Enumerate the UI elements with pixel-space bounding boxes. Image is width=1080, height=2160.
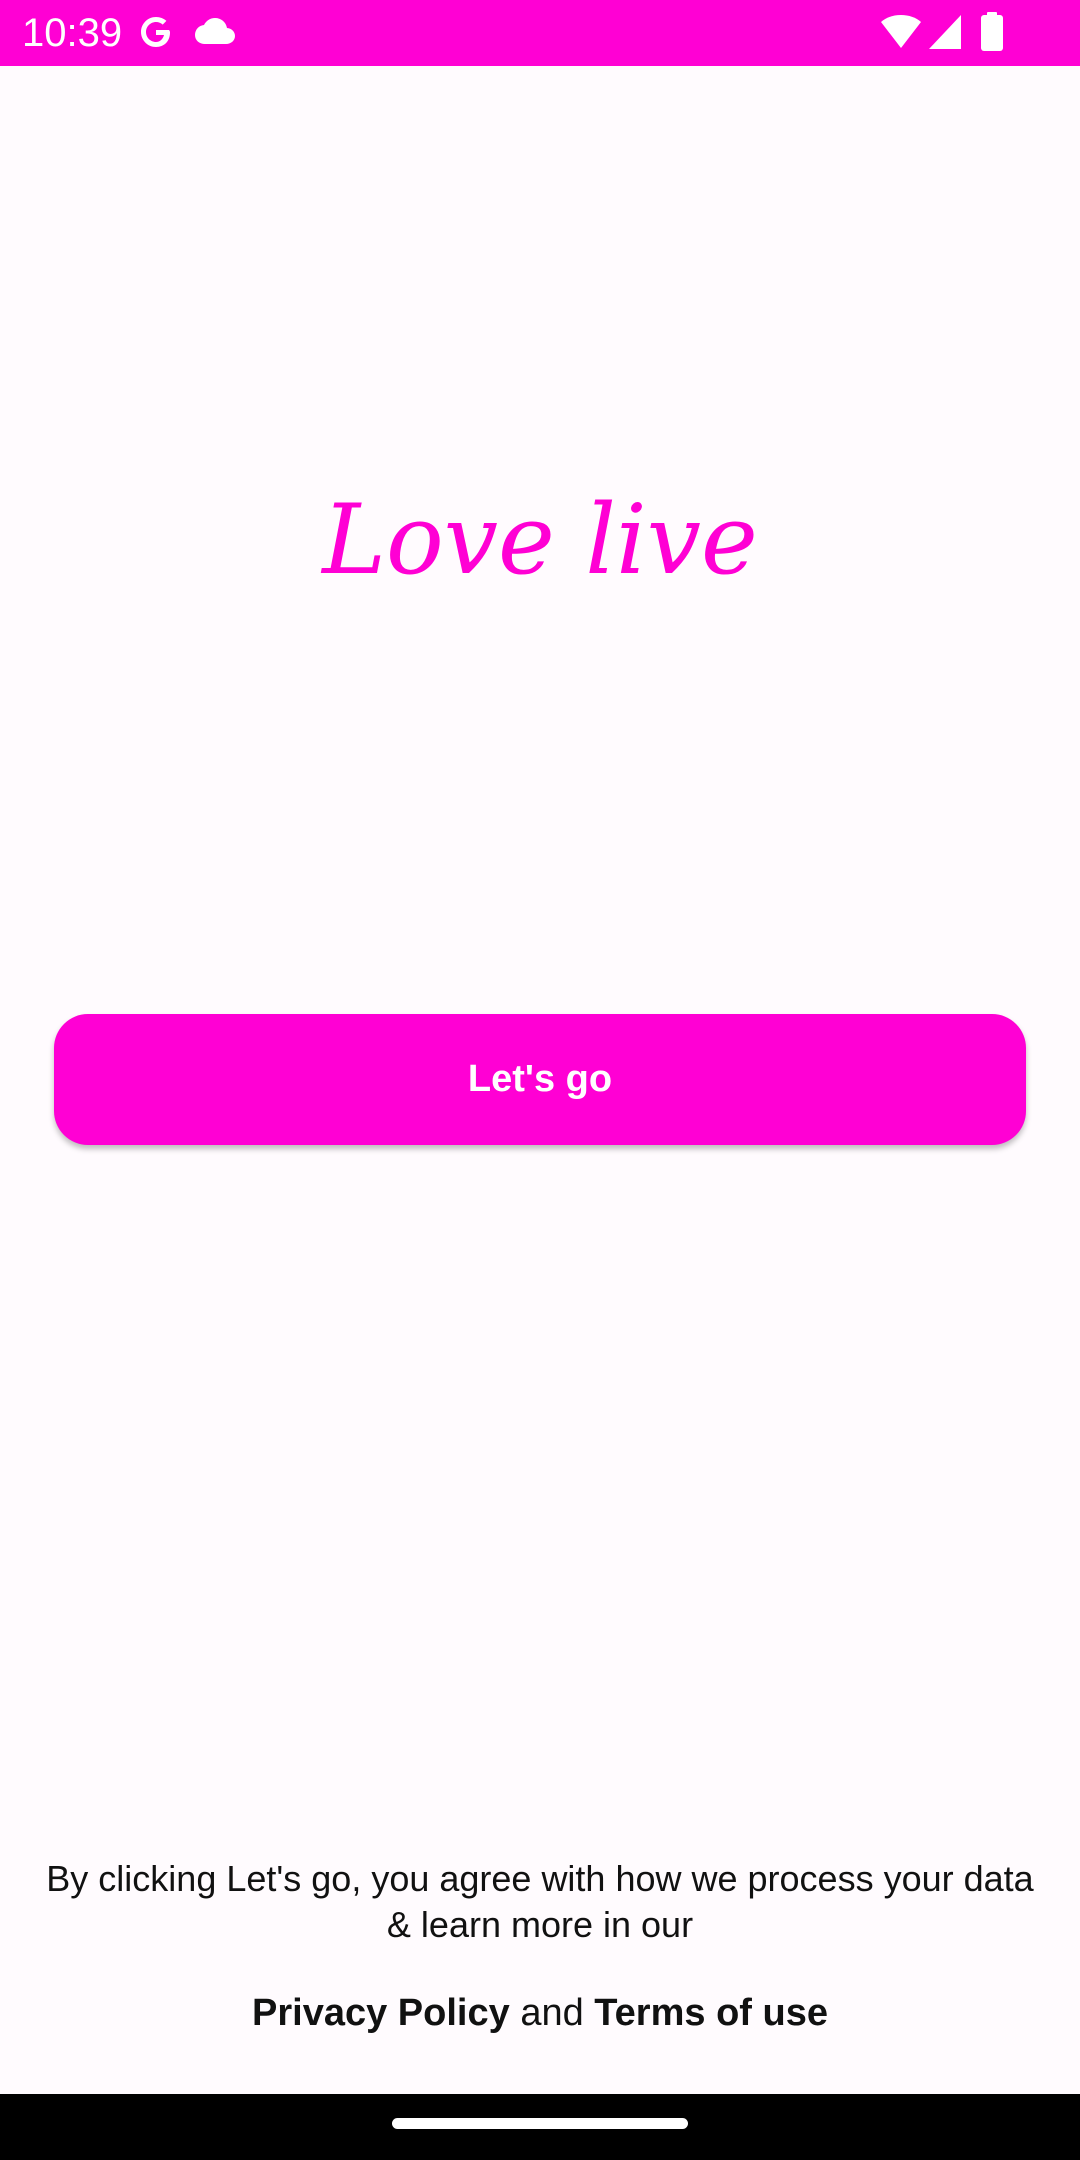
battery-icon: [980, 12, 1004, 57]
splash-screen: 10:39 Love live Let's go By clicking Let…: [0, 0, 1080, 2160]
status-time: 10:39: [22, 11, 123, 55]
legal-links: Privacy Policy and Terms of use: [0, 1990, 1080, 2036]
consent-text: By clicking Let's go, you agree with how…: [46, 1858, 1034, 1945]
google-icon: [138, 14, 174, 55]
cloud-icon: [194, 16, 236, 51]
legal-conjunction-text: and: [520, 1992, 584, 2034]
app-title: Love live: [322, 484, 758, 596]
terms-of-use-link[interactable]: Terms of use: [594, 1992, 828, 2034]
lets-go-button[interactable]: Let's go: [54, 1014, 1026, 1145]
wifi-icon: [880, 14, 922, 55]
status-bar: 10:39: [0, 0, 1080, 66]
home-handle[interactable]: [392, 2118, 688, 2129]
lets-go-label: Let's go: [467, 1058, 613, 1100]
legal-conjunction: and: [520, 1992, 594, 2034]
privacy-policy-link[interactable]: Privacy Policy: [252, 1992, 510, 2034]
signal-icon: [928, 14, 962, 55]
